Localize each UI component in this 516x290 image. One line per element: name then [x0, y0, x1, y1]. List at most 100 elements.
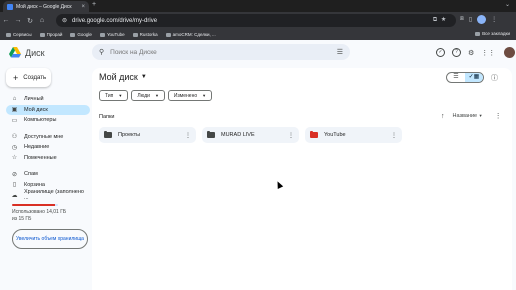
- storage-progress-bar: [12, 203, 58, 206]
- reload-icon[interactable]: ↻: [24, 17, 36, 25]
- view-toggle: ☰ ✓▦: [446, 72, 484, 83]
- account-avatar[interactable]: [504, 47, 516, 58]
- caret-down-icon: ▼: [202, 93, 207, 98]
- drive-icon: ▣: [11, 107, 18, 114]
- page-title-dropdown[interactable]: Мой диск ▼: [99, 72, 147, 82]
- folder-card[interactable]: MURAD LIVE ⋮: [202, 127, 299, 143]
- page-title: Мой диск: [99, 72, 138, 82]
- clock-icon: ◷: [11, 144, 18, 151]
- home-page-icon[interactable]: ⌂: [36, 17, 48, 24]
- search-bar[interactable]: ⚲ ☰: [92, 44, 350, 60]
- filter-type[interactable]: Тип ▼: [99, 90, 129, 101]
- apps-grid-icon[interactable]: ⋮⋮: [481, 49, 495, 57]
- plus-icon: +: [13, 72, 19, 83]
- sidebar-item-recent[interactable]: ◷ Недавние: [6, 142, 90, 153]
- caret-down-icon: ▼: [118, 93, 123, 98]
- forward-icon[interactable]: →: [12, 17, 24, 24]
- folder-icon: [99, 32, 105, 37]
- create-label: Создать: [23, 74, 47, 81]
- close-tab-icon[interactable]: ×: [81, 4, 85, 10]
- folder-icon: [132, 32, 138, 37]
- sidepanel-icon[interactable]: ▯: [469, 16, 472, 23]
- bookmark-item[interactable]: Сервисы: [6, 32, 32, 37]
- sidebar-item-starred[interactable]: ☆ Помеченные: [6, 153, 90, 164]
- caret-down-icon: ▼: [154, 93, 159, 98]
- extensions-icon[interactable]: ⧈: [460, 16, 464, 23]
- install-icon[interactable]: ⧉: [433, 17, 441, 23]
- menu-icon[interactable]: ⋮: [491, 16, 497, 23]
- apps-icon: [6, 32, 11, 37]
- folder-more-icon[interactable]: ⋮: [288, 132, 294, 139]
- sidebar: ⌂ Личный ▣ Мой диск ▭ Компьютеры ⚇ Доступные…: [6, 94, 90, 249]
- create-button[interactable]: + Создать: [6, 68, 51, 87]
- bookmark-item[interactable]: Прорай: [39, 32, 62, 37]
- offline-status-icon[interactable]: ✓: [436, 48, 445, 57]
- browser-tools: ⧈ ▯ ⋮: [460, 15, 497, 24]
- folder-more-icon[interactable]: ⋮: [185, 132, 191, 139]
- tab-search-icon[interactable]: ⌄: [505, 1, 510, 8]
- profile-avatar[interactable]: [477, 15, 487, 24]
- sidebar-item-personal[interactable]: ⌂ Личный: [6, 94, 90, 105]
- bookmark-item[interactable]: YouTube: [99, 32, 125, 37]
- bookmark-item[interactable]: Rustorka: [132, 32, 158, 37]
- grid-view-icon[interactable]: ✓▦: [465, 73, 483, 82]
- settings-icon[interactable]: ⚙: [468, 49, 474, 57]
- section-label: Папки: [99, 114, 115, 120]
- address-bar[interactable]: ⊜ drive.google.com/drive/my-drive ⧉★: [56, 14, 456, 27]
- header-icons: ✓ ? ⚙ ⋮⋮: [436, 47, 516, 58]
- more-options-icon[interactable]: ⋮: [495, 112, 502, 120]
- folder-icon: [104, 131, 112, 138]
- tab-title: Мой диск – Google Диск: [16, 3, 72, 10]
- folder-card[interactable]: Проекты ⋮: [99, 127, 196, 143]
- browser-tabbar: Мой диск – Google Диск × + ⌄: [0, 0, 516, 12]
- search-icon[interactable]: ⚲: [99, 48, 104, 56]
- bookmark-item[interactable]: Google: [70, 32, 92, 37]
- folder-more-icon[interactable]: ⋮: [391, 132, 397, 139]
- drive-app: Диск ⚲ ☰ ✓ ? ⚙ ⋮⋮ + Создать ⌂Личный ▣Мой…: [0, 40, 516, 290]
- sort-direction-icon[interactable]: ↑: [441, 113, 445, 120]
- folder-card[interactable]: YouTube ⋮: [305, 127, 402, 143]
- sidebar-item-spam[interactable]: ⊘ Спам: [6, 169, 90, 180]
- storage-usage-text: Использовано 14,01 ГБ из 15 ГБ: [12, 208, 67, 222]
- bookmark-star-icon[interactable]: ★: [441, 17, 450, 23]
- caret-down-icon: ▼: [478, 113, 483, 118]
- url-text: drive.google.com/drive/my-drive: [72, 17, 158, 24]
- folder-name: MURAD LIVE: [221, 132, 255, 138]
- filter-modified[interactable]: Изменено ▼: [167, 90, 213, 101]
- sidebar-item-my-drive[interactable]: ▣ Мой диск: [6, 104, 90, 115]
- search-input[interactable]: [110, 48, 331, 56]
- omnibox-actions: ⧉★: [433, 17, 450, 24]
- storage-progress-fill: [12, 203, 55, 206]
- drive-logo-icon: [9, 47, 21, 58]
- home-icon: ⌂: [12, 96, 17, 103]
- folder-name: Проекты: [118, 132, 141, 138]
- site-info-icon[interactable]: ⊜: [62, 17, 67, 24]
- help-icon[interactable]: ?: [452, 48, 461, 57]
- drive-favicon-icon: [7, 3, 13, 10]
- bookmark-item[interactable]: amoCRM: Сделки, ...: [165, 32, 216, 37]
- sidebar-item-storage[interactable]: ☁ Хранилище (заполнено ...: [6, 189, 90, 201]
- all-bookmarks[interactable]: Все закладки: [475, 31, 510, 36]
- details-info-icon[interactable]: ⓘ: [491, 73, 498, 83]
- folder-icon: [39, 32, 45, 37]
- star-icon: ☆: [11, 155, 18, 162]
- new-tab-icon[interactable]: +: [92, 1, 96, 8]
- drive-logo[interactable]: Диск: [9, 47, 45, 58]
- bookmarks-bar: Сервисы Прорай Google YouTube Rustorka a…: [0, 29, 516, 40]
- sort-controls: ↑ Название ▼ ⋮: [441, 112, 502, 121]
- browser-toolbar: ← → ↻ ⌂ ⊜ drive.google.com/drive/my-driv…: [0, 12, 516, 29]
- folder-icon: [70, 32, 76, 37]
- sidebar-item-computers[interactable]: ▭ Компьютеры: [6, 115, 90, 126]
- folder-icon: [475, 31, 481, 36]
- list-view-icon[interactable]: ☰: [447, 73, 465, 82]
- sort-by-button[interactable]: Название ▼: [453, 113, 483, 119]
- filter-people[interactable]: Люди ▼: [131, 90, 165, 101]
- sidebar-item-shared[interactable]: ⚇ Доступные мне: [6, 132, 90, 143]
- back-icon[interactable]: ←: [0, 17, 12, 24]
- main-content: Мой диск ▼ ☰ ✓▦ ⓘ Тип ▼ Люди ▼ Изменено ▼ П…: [92, 68, 512, 290]
- upgrade-storage-button[interactable]: Увеличить объем хранилища: [12, 228, 88, 249]
- folder-name: YouTube: [324, 132, 346, 138]
- browser-tab[interactable]: Мой диск – Google Диск ×: [3, 1, 89, 12]
- search-options-icon[interactable]: ☰: [337, 48, 343, 56]
- folder-icon: [207, 131, 215, 138]
